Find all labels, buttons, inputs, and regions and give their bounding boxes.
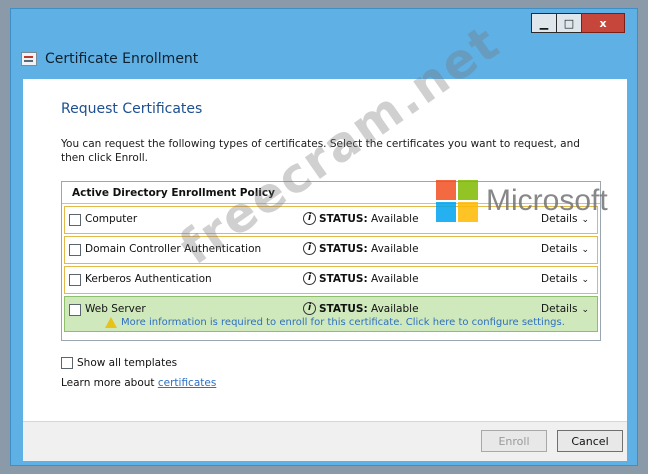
status-value: Available	[371, 303, 419, 315]
details-label: Details	[541, 273, 578, 285]
certificates-link[interactable]: certificates	[158, 377, 216, 389]
close-button[interactable]: x	[581, 13, 625, 33]
app-title: Certificate Enrollment	[45, 51, 199, 67]
warning-icon	[105, 317, 117, 328]
details-label: Details	[541, 243, 578, 255]
certificate-row-web-server[interactable]: Web Server i STATUS: Available Details ⌄ …	[64, 296, 598, 332]
logo-square-green	[458, 180, 478, 200]
microsoft-logo: Microsoft	[436, 180, 608, 222]
certificate-row-kerberos[interactable]: Kerberos Authentication i STATUS: Availa…	[64, 266, 598, 294]
details-toggle[interactable]: Details ⌄	[541, 243, 589, 255]
status-value: Available	[371, 243, 419, 255]
info-icon: i	[303, 272, 316, 285]
page-title: Request Certificates	[61, 101, 203, 117]
minimize-button[interactable]: ▁	[531, 13, 557, 33]
logo-square-red	[436, 180, 456, 200]
certificate-label: Web Server	[85, 303, 146, 315]
microsoft-wordmark: Microsoft	[486, 184, 608, 217]
chevron-down-icon: ⌄	[581, 245, 589, 255]
microsoft-logo-icon	[436, 180, 478, 222]
details-toggle[interactable]: Details ⌄	[541, 303, 589, 315]
web-server-checkbox[interactable]	[69, 304, 81, 316]
title-bar[interactable]: ▁ □ x	[11, 9, 637, 41]
info-icon: i	[303, 242, 316, 255]
status-label: STATUS:	[319, 213, 368, 225]
show-all-templates[interactable]: Show all templates	[61, 357, 177, 369]
info-icon: i	[303, 212, 316, 225]
certificate-label: Kerberos Authentication	[85, 273, 212, 285]
logo-square-blue	[436, 202, 456, 222]
enroll-button[interactable]: Enroll	[481, 430, 547, 452]
chevron-down-icon: ⌄	[581, 305, 589, 315]
details-toggle[interactable]: Details ⌄	[541, 273, 589, 285]
cancel-button[interactable]: Cancel	[557, 430, 623, 452]
dialog-footer: Enroll Cancel	[23, 421, 627, 461]
status-label: STATUS:	[319, 303, 368, 315]
certificate-enrollment-window: ▁ □ x Certificate Enrollment Request Cer…	[10, 8, 638, 466]
chevron-down-icon: ⌄	[581, 275, 589, 285]
app-header: Certificate Enrollment	[11, 41, 637, 77]
logo-square-yellow	[458, 202, 478, 222]
certificate-label: Computer	[85, 213, 138, 225]
status-value: Available	[371, 213, 419, 225]
window-controls: ▁ □ x	[531, 13, 625, 33]
status-label: STATUS:	[319, 273, 368, 285]
computer-checkbox[interactable]	[69, 214, 81, 226]
certificate-icon	[21, 52, 37, 66]
learn-more-prefix: Learn more about	[61, 377, 158, 389]
learn-more-text: Learn more about certificates	[61, 377, 216, 389]
configure-settings-link[interactable]: More information is required to enroll f…	[121, 317, 565, 328]
show-all-templates-checkbox[interactable]	[61, 357, 73, 369]
kerberos-checkbox[interactable]	[69, 274, 81, 286]
info-icon: i	[303, 302, 316, 315]
domain-controller-checkbox[interactable]	[69, 244, 81, 256]
status-value: Available	[371, 273, 419, 285]
details-label: Details	[541, 303, 578, 315]
show-all-templates-label: Show all templates	[77, 357, 178, 369]
maximize-button[interactable]: □	[556, 13, 582, 33]
certificate-row-domain-controller[interactable]: Domain Controller Authentication i STATU…	[64, 236, 598, 264]
status-label: STATUS:	[319, 243, 368, 255]
